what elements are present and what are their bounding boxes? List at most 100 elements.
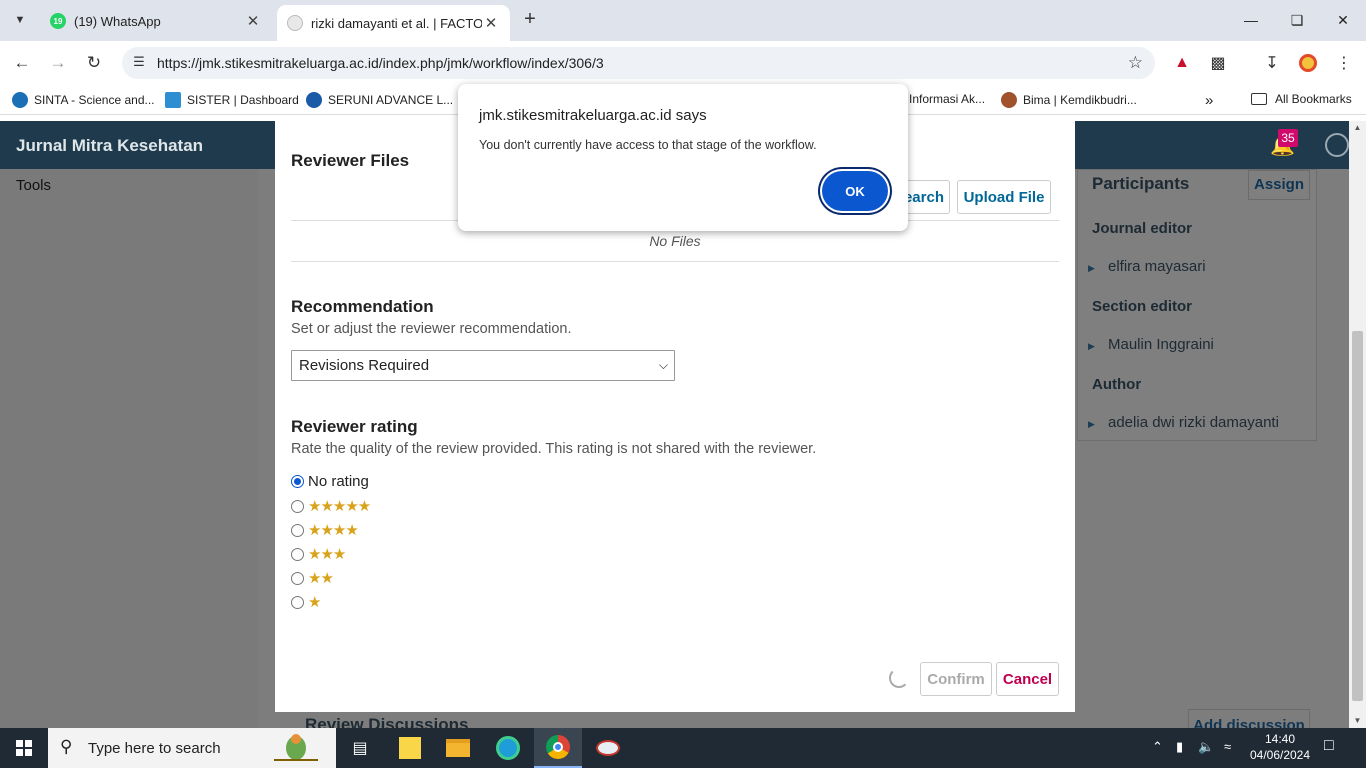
add-discussion-button[interactable]: Add discussion [1188,709,1310,728]
all-bookmarks[interactable]: All Bookmarks [1251,92,1352,106]
expand-arrow-icon[interactable]: ▶ [1088,263,1095,274]
rating-option-2[interactable]: ★★ [291,569,334,587]
bookmark-label: Informasi Ak... [909,92,986,106]
tab-search-button[interactable]: ▼ [6,8,34,32]
search-placeholder: Type here to search [88,740,221,757]
site-title[interactable]: Jurnal Mitra Kesehatan [16,136,203,156]
radio-button[interactable] [291,475,304,488]
minimize-button[interactable]: — [1228,0,1274,40]
bookmark-label: SERUNI ADVANCE L... [328,93,454,107]
notification-badge: 35 [1278,129,1298,147]
window-close-button[interactable]: ✕ [1320,0,1366,40]
bookmark-seruni[interactable]: SERUNI ADVANCE L... [306,92,453,108]
cancel-button[interactable]: Cancel [996,662,1059,696]
tab-journal[interactable]: rizki damayanti et al. | FACTORS ✕ [277,5,510,41]
bookmark-star-icon[interactable]: ☆ [1128,53,1143,73]
upload-file-button[interactable]: Upload File [957,180,1051,214]
tab-whatsapp[interactable]: 19 (19) WhatsApp ✕ [40,5,272,37]
sticky-notes-icon[interactable] [386,728,434,768]
app-icon[interactable] [584,728,632,768]
address-bar[interactable]: ☰ https://jmk.stikesmitrakeluarga.ac.id/… [122,47,1155,79]
star-icon: ★★★★★ [308,498,371,515]
participants-title: Participants [1092,174,1190,193]
bookmark-sinta[interactable]: SINTA - Science and... [12,92,155,108]
rating-option-4[interactable]: ★★★★ [291,521,359,539]
expand-arrow-icon[interactable]: ▶ [1088,341,1095,352]
participant-name[interactable]: Maulin Inggraini [1108,336,1214,353]
download-icon[interactable]: ↧ [1260,51,1284,75]
no-files-text: No Files [649,233,701,249]
radio-button[interactable] [291,595,304,609]
recommendation-select[interactable]: Revisions Required ⌵ [291,350,675,381]
radio-button[interactable] [291,571,304,585]
wifi-icon[interactable]: ≈ [1224,739,1231,754]
notification-center-icon[interactable]: □ [1324,737,1334,755]
extension-mendeley-icon[interactable]: ▲ [1170,51,1194,75]
rating-option-none[interactable]: No rating [291,473,369,490]
radio-button[interactable] [291,523,304,537]
bookmark-sister[interactable]: SISTER | Dashboard [165,92,299,108]
bookmark-informasi[interactable]: Informasi Ak... [909,92,985,106]
forward-button[interactable]: → [44,49,72,77]
new-tab-button[interactable]: + [518,8,542,32]
scroll-down-arrow-icon[interactable]: ▼ [1349,714,1366,728]
task-view-icon[interactable]: ▤ [336,728,384,768]
user-avatar-icon[interactable] [1325,133,1349,157]
alert-dialog: jmk.stikesmitrakeluarga.ac.id says You d… [458,84,908,231]
extensions-puzzle-icon[interactable]: ▩ [1206,51,1230,75]
more-bookmarks-chevron-icon[interactable]: » [1205,92,1213,109]
chevron-up-icon[interactable]: ⌃ [1152,739,1163,755]
bookmark-bima[interactable]: Bima | Kemdikbudri... [1001,92,1137,108]
rating-option-3[interactable]: ★★★ [291,545,346,563]
star-icon: ★ [308,594,321,611]
confirm-button[interactable]: Confirm [920,662,992,696]
loading-spinner-icon [889,668,909,688]
seruni-icon [306,92,322,108]
close-icon[interactable]: ✕ [482,14,500,32]
sister-icon [165,92,181,108]
radio-button[interactable] [291,547,304,561]
restore-button[interactable]: ❏ [1274,0,1320,40]
taskbar-search[interactable]: ⚲ Type here to search [48,728,336,768]
review-discussions-title: Review Discussions [305,715,469,728]
participant-name[interactable]: elfira mayasari [1108,258,1206,275]
star-icon: ★★★★ [308,522,359,539]
clock-time: 14:40 [1264,732,1296,746]
radio-button[interactable] [291,499,304,513]
expand-arrow-icon[interactable]: ▶ [1088,419,1095,430]
clock[interactable]: 14:40 04/06/2024 [1240,731,1320,763]
rating-option-1[interactable]: ★ [291,593,321,611]
close-icon[interactable]: ✕ [244,12,262,30]
menu-kebab-icon[interactable]: ⋮ [1332,51,1356,75]
start-button[interactable] [0,728,48,768]
tab-strip: ▼ 19 (19) WhatsApp ✕ rizki damayanti et … [0,0,1366,41]
participant-name[interactable]: adelia dwi rizki damayanti [1108,414,1279,431]
recommendation-title: Recommendation [291,297,434,316]
profile-avatar[interactable] [1296,51,1320,75]
back-button[interactable]: ← [8,49,36,77]
volume-icon[interactable]: 🔈 [1198,739,1214,755]
scroll-up-arrow-icon[interactable]: ▲ [1349,121,1366,135]
page-scrollbar[interactable]: ▲ ▼ [1349,121,1366,728]
assign-button[interactable]: Assign [1248,170,1310,200]
battery-icon[interactable]: ▮ [1176,739,1183,755]
taskbar: ⚲ Type here to search ▤ ⌃ ▮ 🔈 ≈ 14:40 04… [0,728,1366,768]
reviewer-rating-description: Rate the quality of the review provided.… [291,441,817,457]
edge-icon[interactable] [484,728,532,768]
reload-button[interactable]: ↻ [80,49,108,77]
site-info-icon[interactable]: ☰ [130,54,148,72]
journal-favicon-icon [287,15,303,31]
bookmark-label: SISTER | Dashboard [187,93,299,107]
alert-title: jmk.stikesmitrakeluarga.ac.id says [479,107,707,124]
file-explorer-icon[interactable] [434,728,482,768]
rating-label: No rating [308,473,369,490]
recommendation-description: Set or adjust the reviewer recommendatio… [291,321,572,337]
bima-icon [1001,92,1017,108]
nav-tools[interactable]: Tools [16,177,51,194]
all-bookmarks-label: All Bookmarks [1275,92,1352,106]
rating-option-5[interactable]: ★★★★★ [291,497,371,515]
recommendation-selected-value: Revisions Required [299,357,430,374]
scrollbar-thumb[interactable] [1352,331,1363,701]
chrome-icon[interactable] [534,728,582,768]
ok-button[interactable]: OK [822,171,888,211]
